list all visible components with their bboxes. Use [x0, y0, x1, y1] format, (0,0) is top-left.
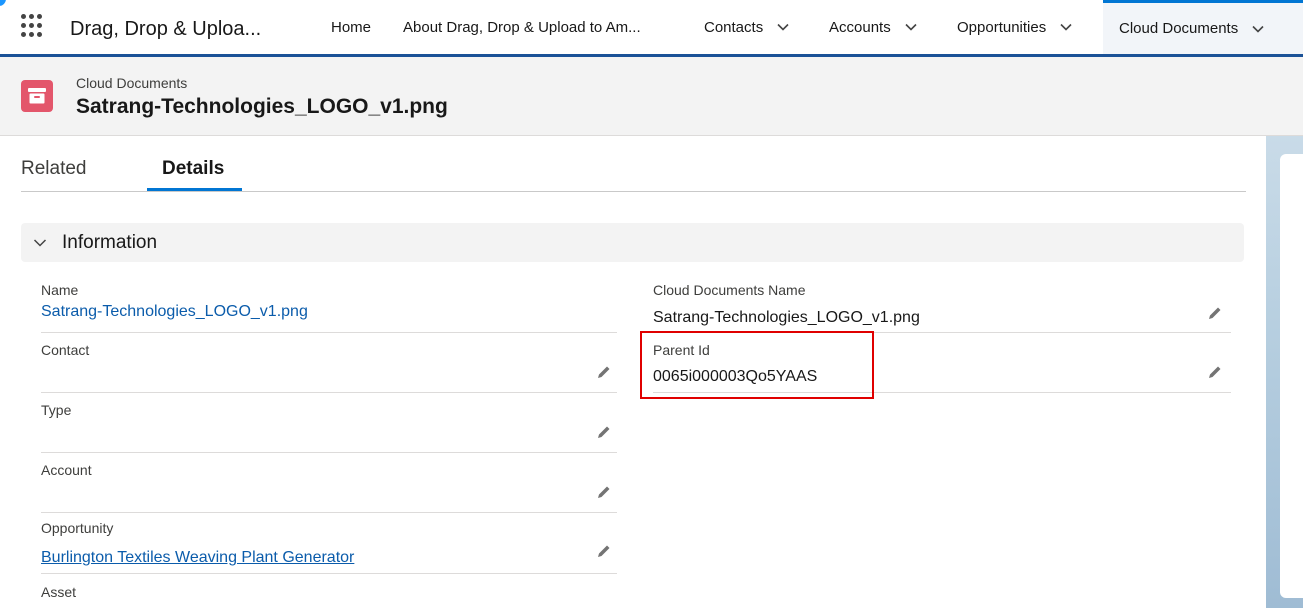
- nav-item-label: Opportunities: [957, 18, 1047, 36]
- chevron-down-icon[interactable]: [1252, 23, 1264, 35]
- archive-icon: [21, 80, 53, 112]
- field-label: Opportunity: [41, 520, 114, 536]
- nav-item-about[interactable]: About Drag, Drop & Upload to Am...: [403, 0, 641, 54]
- field-divider: [41, 332, 617, 333]
- chevron-down-icon[interactable]: [777, 21, 789, 33]
- chevron-down-icon[interactable]: [905, 21, 917, 33]
- nav-item-label: Cloud Documents: [1119, 20, 1239, 37]
- section-title: Information: [62, 232, 158, 253]
- highlight-annotation: [640, 331, 874, 399]
- nav-item-cloud-documents[interactable]: Cloud Documents: [1103, 0, 1303, 54]
- pencil-icon[interactable]: [596, 424, 612, 440]
- record-tabs: Related Details: [21, 141, 1246, 192]
- record-title: Satrang-Technologies_LOGO_v1.png: [76, 95, 448, 118]
- chevron-down-icon[interactable]: [1060, 21, 1072, 33]
- waffle-icon[interactable]: [21, 14, 45, 38]
- corner-decoration: [0, 0, 6, 6]
- field-divider: [41, 392, 617, 393]
- field-name: Name Satrang-Technologies_LOGO_v1.png: [41, 282, 617, 333]
- field-account: Account: [41, 462, 617, 513]
- app-name: Drag, Drop & Uploa...: [70, 18, 262, 40]
- active-tab-indicator: [147, 188, 242, 191]
- field-contact: Contact: [41, 342, 617, 393]
- tab-related[interactable]: Related: [21, 158, 87, 180]
- field-asset: Asset: [41, 584, 617, 608]
- field-value: Satrang-Technologies_LOGO_v1.png: [653, 309, 920, 326]
- pencil-icon[interactable]: [1207, 364, 1223, 380]
- field-cloud-documents-name: Cloud Documents Name Satrang-Technologie…: [653, 282, 1231, 333]
- pencil-icon[interactable]: [596, 364, 612, 380]
- chevron-down-icon: [33, 239, 47, 247]
- field-label: Name: [41, 282, 79, 298]
- tab-details[interactable]: Details: [162, 158, 224, 180]
- nav-item-opportunities[interactable]: Opportunities: [957, 0, 1072, 54]
- field-divider: [41, 512, 617, 513]
- global-nav: Drag, Drop & Uploa... Home About Drag, D…: [0, 0, 1303, 57]
- nav-item-label: Contacts: [704, 18, 764, 36]
- nav-item-label: Home: [331, 18, 372, 36]
- nav-item-home[interactable]: Home: [331, 0, 371, 54]
- pencil-icon[interactable]: [596, 543, 612, 559]
- nav-item-label: About Drag, Drop & Upload to Am...: [403, 18, 641, 36]
- pencil-icon[interactable]: [596, 484, 612, 500]
- field-label: Type: [41, 402, 72, 418]
- field-divider: [41, 452, 617, 453]
- name-link[interactable]: Satrang-Technologies_LOGO_v1.png: [41, 303, 308, 321]
- utility-panel: [1266, 136, 1303, 608]
- object-label: Cloud Documents: [76, 75, 188, 91]
- field-label: Account: [41, 462, 92, 478]
- field-label: Cloud Documents Name: [653, 282, 806, 298]
- nav-item-contacts[interactable]: Contacts: [704, 0, 789, 54]
- pencil-icon[interactable]: [1207, 305, 1223, 321]
- field-type: Type: [41, 402, 617, 453]
- field-label: Contact: [41, 342, 90, 358]
- section-information[interactable]: Information: [21, 223, 1244, 262]
- field-divider: [41, 573, 617, 574]
- nav-item-label: Accounts: [829, 18, 891, 36]
- field-opportunity: Opportunity Burlington Textiles Weaving …: [41, 520, 617, 574]
- field-label: Asset: [41, 584, 77, 600]
- nav-item-accounts[interactable]: Accounts: [829, 0, 917, 54]
- opportunity-link[interactable]: Burlington Textiles Weaving Plant Genera…: [41, 549, 354, 567]
